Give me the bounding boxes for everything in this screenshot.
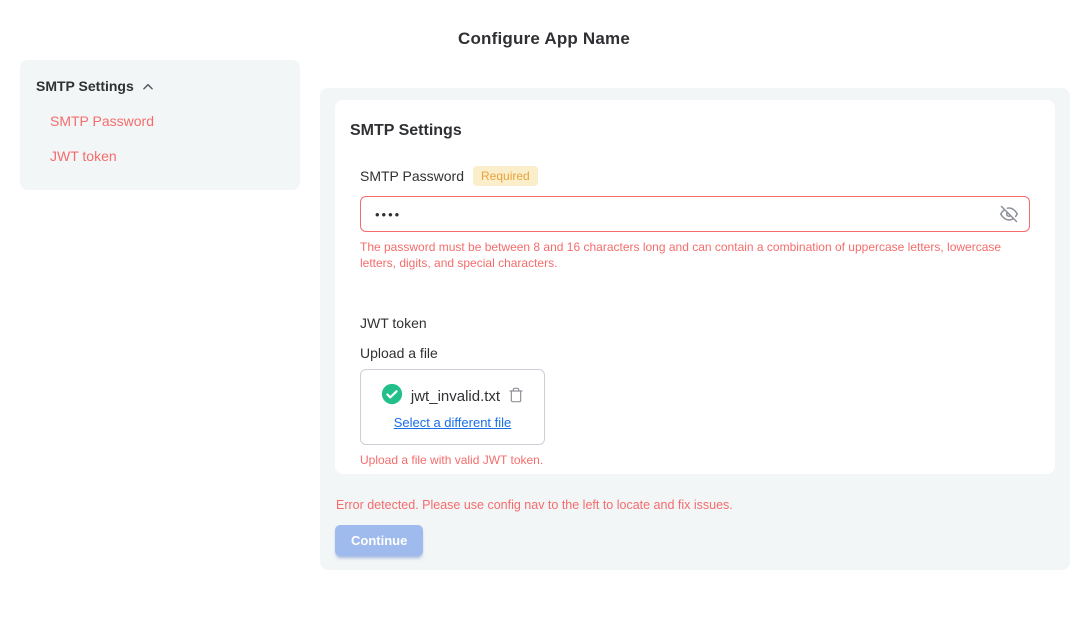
smtp-password-group: SMTP Password Required The password must…	[360, 166, 1030, 271]
smtp-password-input[interactable]	[360, 196, 1030, 232]
toggle-password-visibility-button[interactable]	[1000, 205, 1018, 223]
card-title: SMTP Settings	[350, 122, 1040, 140]
form-error-text: Error detected. Please use config nav to…	[336, 498, 1055, 512]
delete-file-button[interactable]	[508, 386, 524, 407]
jwt-error-text: Upload a file with valid JWT token.	[360, 452, 1020, 468]
select-different-file-link[interactable]: Select a different file	[394, 415, 512, 430]
eye-off-icon	[1000, 211, 1018, 226]
page-title: Configure App Name	[0, 29, 1088, 49]
jwt-token-label: JWT token	[360, 315, 1030, 331]
smtp-password-label: SMTP Password	[360, 168, 464, 184]
sidebar-item-jwt-token[interactable]: JWT token	[36, 148, 284, 164]
file-upload-box: jwt_invalid.txt Select a different file	[360, 369, 545, 445]
password-error-text: The password must be between 8 and 16 ch…	[360, 239, 1020, 271]
check-circle-icon	[381, 383, 403, 410]
chevron-up-icon	[141, 79, 155, 94]
upload-file-label: Upload a file	[360, 345, 1030, 361]
continue-button[interactable]: Continue	[335, 525, 423, 556]
trash-icon	[508, 386, 524, 407]
sidebar-section-label: SMTP Settings	[36, 78, 134, 94]
sidebar-section-smtp-settings[interactable]: SMTP Settings	[36, 78, 284, 94]
config-panel: SMTP Settings SMTP Password Required Th	[320, 88, 1070, 570]
smtp-settings-card: SMTP Settings SMTP Password Required Th	[335, 100, 1055, 474]
required-badge: Required	[473, 166, 538, 186]
sidebar-item-smtp-password[interactable]: SMTP Password	[36, 113, 284, 129]
config-nav-sidebar: SMTP Settings SMTP Password JWT token	[20, 60, 300, 190]
uploaded-file-name: jwt_invalid.txt	[411, 388, 500, 405]
jwt-token-group: JWT token Upload a file jwt_invalid.txt	[360, 315, 1030, 468]
password-input-wrap	[360, 196, 1030, 232]
